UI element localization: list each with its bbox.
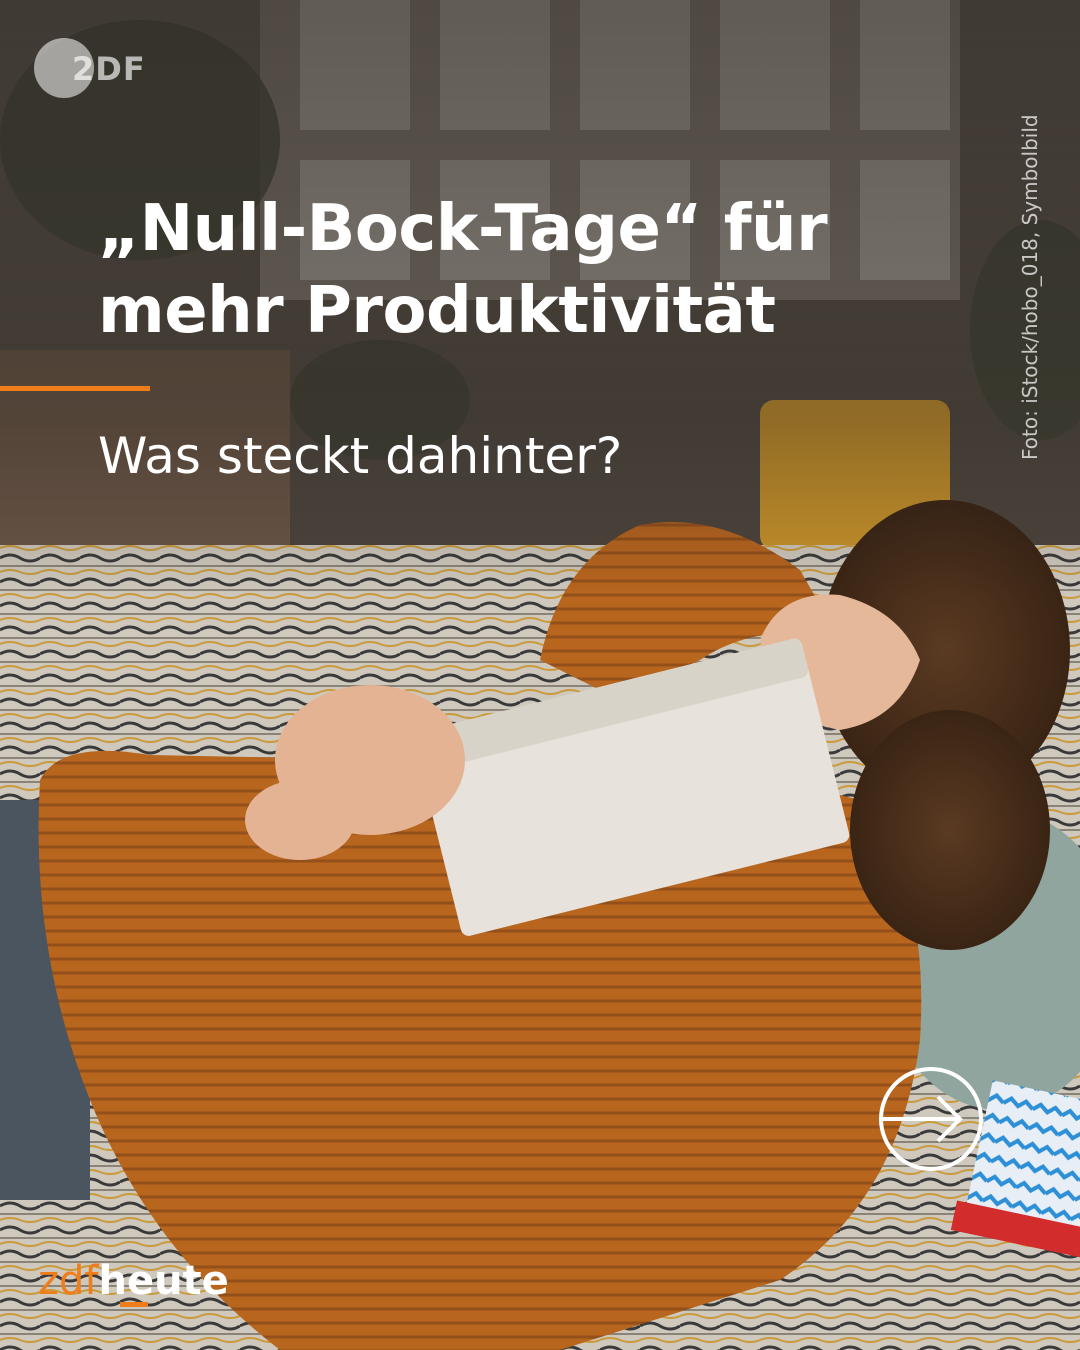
- subheadline: Was steckt dahinter?: [98, 427, 623, 485]
- brand-underline: [120, 1302, 148, 1307]
- headline-line-1: „Null-Bock-Tage“ für: [98, 192, 828, 266]
- photo-credit: Foto: iStock/hobo_018, Symbolbild: [1018, 114, 1042, 460]
- zdf-logo: 2DF: [34, 38, 146, 100]
- headline-line-2: mehr Produktivität: [98, 274, 776, 348]
- accent-divider: [0, 386, 150, 391]
- arrow-right-circle-icon[interactable]: [878, 1066, 984, 1172]
- zdf-logo-text: 2DF: [72, 50, 146, 88]
- social-post-card: 2DF „Null-Bock-Tage“ für mehr Produktivi…: [0, 0, 1080, 1350]
- zdfheute-logo: zdfheute: [38, 1258, 229, 1304]
- brand-zdf: zdf: [38, 1258, 99, 1304]
- headline: „Null-Bock-Tage“ für mehr Produktivität: [98, 188, 958, 352]
- brand-heute: heute: [98, 1258, 229, 1304]
